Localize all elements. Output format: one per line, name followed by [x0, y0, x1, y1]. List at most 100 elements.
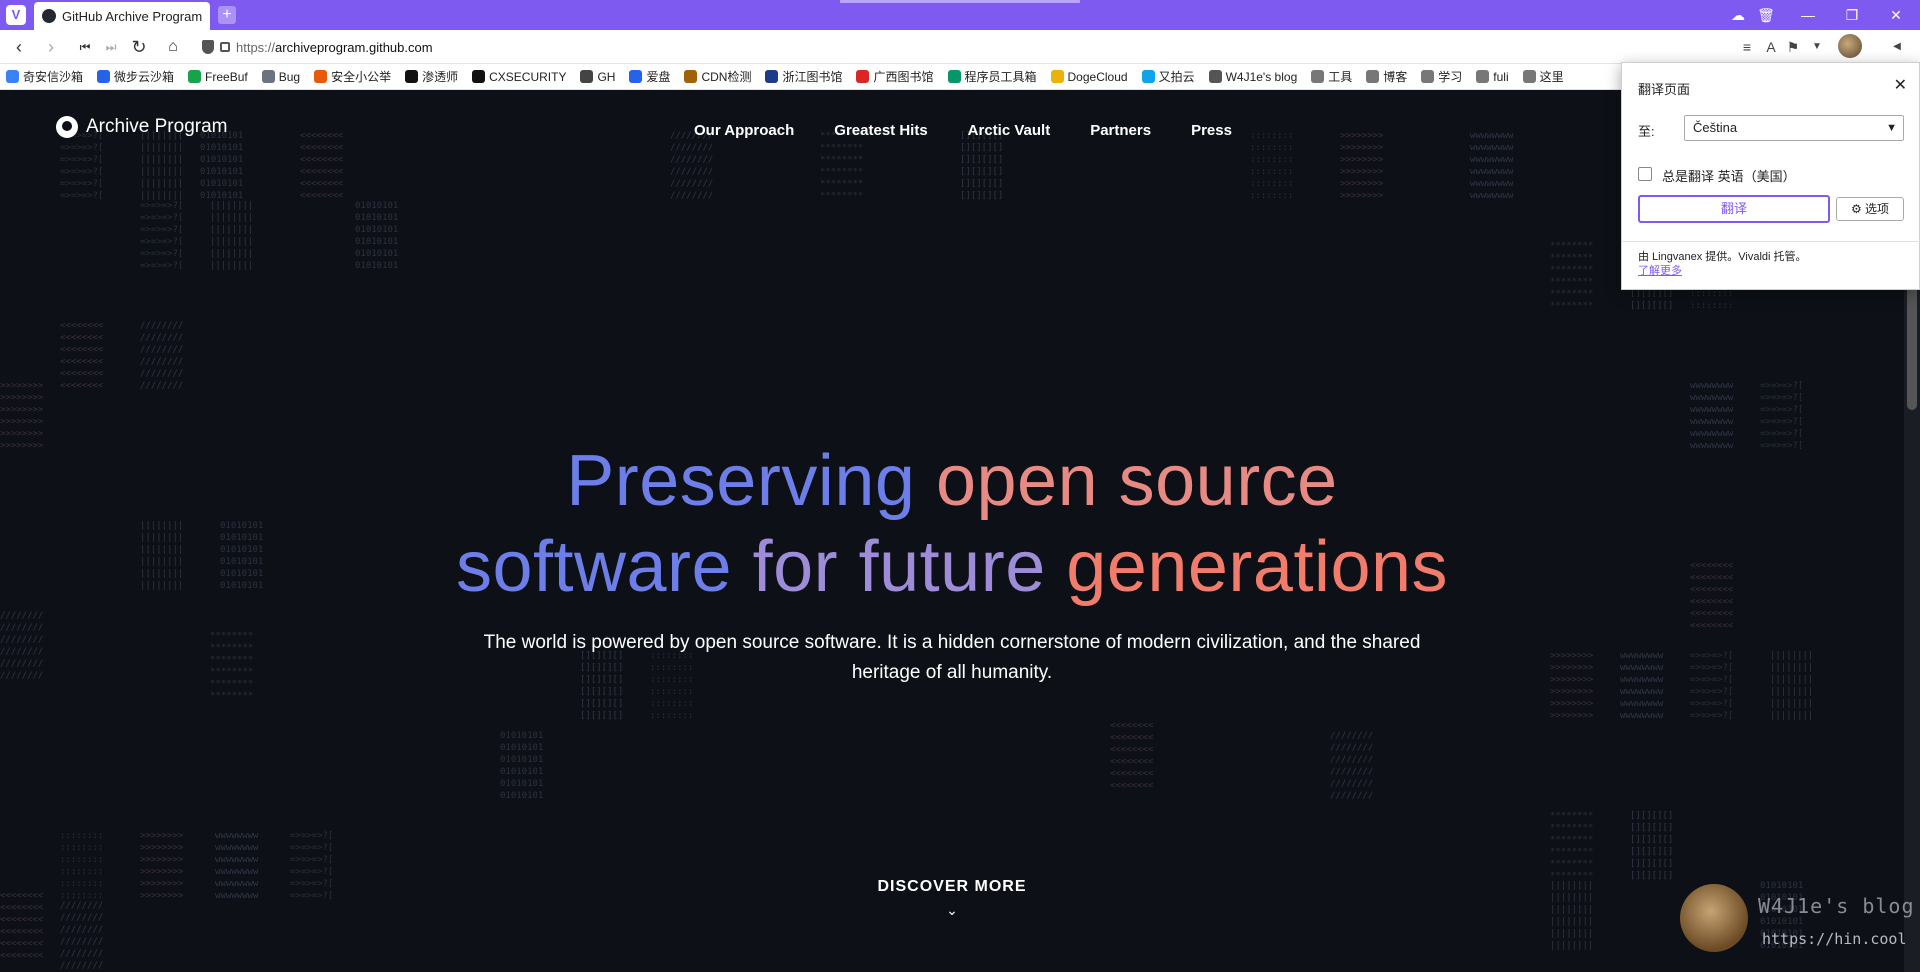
- bookmark-label: 浙江图书馆: [782, 70, 843, 84]
- bookmark-icon: [1050, 70, 1064, 83]
- bookmark-icon: [472, 70, 486, 83]
- lock-icon[interactable]: [220, 42, 230, 52]
- url-field[interactable]: https://archiveprogram.github.com: [196, 35, 1756, 59]
- profile-avatar[interactable]: [1838, 34, 1862, 58]
- reader-view-icon[interactable]: ≡: [1738, 38, 1756, 56]
- bookmark-item[interactable]: 微步云沙箱: [97, 68, 174, 85]
- bookmark-label: 程序员工具箱: [964, 70, 1037, 84]
- fast-forward-button[interactable]: ⏭: [100, 36, 122, 58]
- nav-greatest-hits[interactable]: Greatest Hits: [834, 122, 927, 139]
- bookmark-item[interactable]: 安全小公举: [314, 68, 391, 85]
- bookmark-icon: [1476, 70, 1490, 83]
- tab-bar: V GitHub Archive Program | F + ☁ 🗑 — ❐ ✕: [0, 0, 1920, 30]
- bookmark-item[interactable]: 爱盘: [629, 68, 670, 85]
- chevron-down-icon[interactable]: ▼: [1808, 38, 1826, 56]
- github-favicon-icon: [42, 9, 56, 23]
- bookmark-item[interactable]: 又拍云: [1141, 68, 1195, 85]
- bookmark-item[interactable]: 浙江图书馆: [765, 68, 842, 85]
- bookmark-item[interactable]: 奇安信沙箱: [6, 68, 83, 85]
- bookmark-label: 又拍云: [1158, 70, 1195, 84]
- nav-press[interactable]: Press: [1191, 122, 1232, 139]
- bookmark-item[interactable]: 程序员工具箱: [947, 68, 1037, 85]
- vivaldi-menu-button[interactable]: V: [6, 5, 26, 25]
- bookmark-item[interactable]: 这里: [1522, 68, 1564, 85]
- nav-our-approach[interactable]: Our Approach: [694, 122, 794, 139]
- nav-arctic-vault[interactable]: Arctic Vault: [968, 122, 1051, 139]
- close-window-button[interactable]: ✕: [1878, 4, 1914, 26]
- close-icon[interactable]: ✕: [1894, 75, 1907, 95]
- bookmark-icon: [580, 70, 594, 83]
- always-translate-checkbox[interactable]: [1638, 167, 1652, 181]
- restore-button[interactable]: ❐: [1834, 4, 1870, 26]
- hero-title: Preserving open source software for futu…: [455, 441, 1449, 607]
- forward-button[interactable]: ›: [40, 36, 62, 58]
- bookmark-item[interactable]: fuli: [1476, 69, 1509, 84]
- bookmark-icon: [405, 70, 419, 83]
- target-language-select[interactable]: Čeština ▼: [1684, 115, 1904, 141]
- minimize-button[interactable]: —: [1790, 4, 1826, 26]
- address-bar: ‹ › ⏮ ⏭ ↻ ⌂ https://archiveprogram.githu…: [0, 30, 1920, 64]
- bookmark-icon: [1421, 70, 1435, 83]
- watermark-avatar: [1680, 884, 1748, 952]
- reload-button[interactable]: ↻: [128, 36, 150, 58]
- bookmark-label: fuli: [1493, 69, 1509, 84]
- back-button[interactable]: ‹: [8, 36, 30, 58]
- bookmark-label: 奇安信沙箱: [23, 70, 84, 84]
- bookmark-icon: [856, 70, 870, 83]
- rewind-button[interactable]: ⏮: [74, 36, 96, 58]
- nav-partners[interactable]: Partners: [1090, 122, 1151, 139]
- bookmark-item[interactable]: FreeBuf: [188, 70, 248, 84]
- bookmark-icon: [684, 70, 698, 83]
- new-tab-button[interactable]: +: [218, 6, 236, 24]
- popup-title: 翻译页面: [1638, 82, 1691, 97]
- active-tab[interactable]: GitHub Archive Program | F: [34, 2, 210, 30]
- bookmark-item[interactable]: CXSECURITY: [472, 70, 566, 84]
- bookmark-icon: [765, 70, 779, 83]
- bookmark-item[interactable]: 广西图书馆: [856, 68, 934, 85]
- watermark-title: W4J1e's blog: [1758, 894, 1915, 918]
- bookmark-item[interactable]: W4J1e's blog: [1208, 70, 1297, 84]
- bookmark-item[interactable]: CDN检测: [684, 68, 751, 85]
- bookmark-label: 广西图书馆: [873, 70, 934, 84]
- bookmark-icon: [188, 70, 202, 83]
- site-logo[interactable]: Archive Program: [56, 116, 228, 138]
- bookmark-label: Bug: [278, 69, 301, 84]
- bookmark-label: CXSECURITY: [489, 69, 567, 84]
- bookmark-item[interactable]: 工具: [1311, 68, 1352, 85]
- translate-icon[interactable]: A: [1762, 38, 1780, 56]
- bookmark-item[interactable]: 学习: [1421, 68, 1462, 85]
- bookmark-icon[interactable]: ⚑: [1784, 38, 1802, 56]
- panel-toggle-icon[interactable]: ◀: [1888, 38, 1906, 56]
- bookmark-label: 安全小公举: [331, 70, 392, 84]
- bookmark-item[interactable]: 博客: [1366, 68, 1407, 85]
- github-logo-icon: [56, 116, 78, 138]
- home-button[interactable]: ⌂: [162, 36, 184, 58]
- chevron-down-icon[interactable]: ⌄: [944, 902, 960, 918]
- translate-button[interactable]: 翻译: [1638, 195, 1830, 223]
- bookmark-icon: [1208, 70, 1222, 83]
- bookmark-label: 学习: [1438, 70, 1463, 84]
- bookmark-item[interactable]: DogeCloud: [1050, 70, 1128, 84]
- tab-bar-indicator: [840, 0, 1080, 3]
- bookmark-icon: [1141, 70, 1155, 83]
- discover-more-link[interactable]: DISCOVER MORE: [852, 878, 1052, 896]
- bookmark-icon: [1311, 70, 1325, 83]
- shield-icon[interactable]: [202, 40, 214, 54]
- learn-more-link[interactable]: 了解更多: [1638, 264, 1905, 278]
- bookmark-icon: [97, 70, 111, 83]
- chevron-down-icon: ▼: [1886, 122, 1897, 134]
- trash-icon[interactable]: 🗑: [1748, 4, 1784, 26]
- main-nav: Our Approach Greatest Hits Arctic Vault …: [694, 122, 1232, 139]
- bookmark-label: 这里: [1539, 70, 1564, 84]
- bookmark-item[interactable]: GH: [580, 70, 615, 84]
- bookmark-label: 爱盘: [646, 70, 671, 84]
- target-language-label: 至:: [1638, 124, 1655, 139]
- bookmark-icon: [629, 70, 643, 83]
- options-button[interactable]: ⚙ 选项: [1836, 197, 1904, 221]
- bookmark-item[interactable]: 渗透师: [405, 68, 458, 85]
- translate-popup: 翻译页面 ✕ 至: Čeština ▼ 总是翻译 英语（美国） 翻译 ⚙ 选项 …: [1621, 62, 1920, 290]
- url-text[interactable]: https://archiveprogram.github.com: [236, 40, 433, 55]
- bookmark-item[interactable]: Bug: [261, 69, 301, 84]
- always-translate-label: 总是翻译 英语（美国）: [1662, 169, 1796, 184]
- tab-title: GitHub Archive Program | F: [62, 8, 202, 24]
